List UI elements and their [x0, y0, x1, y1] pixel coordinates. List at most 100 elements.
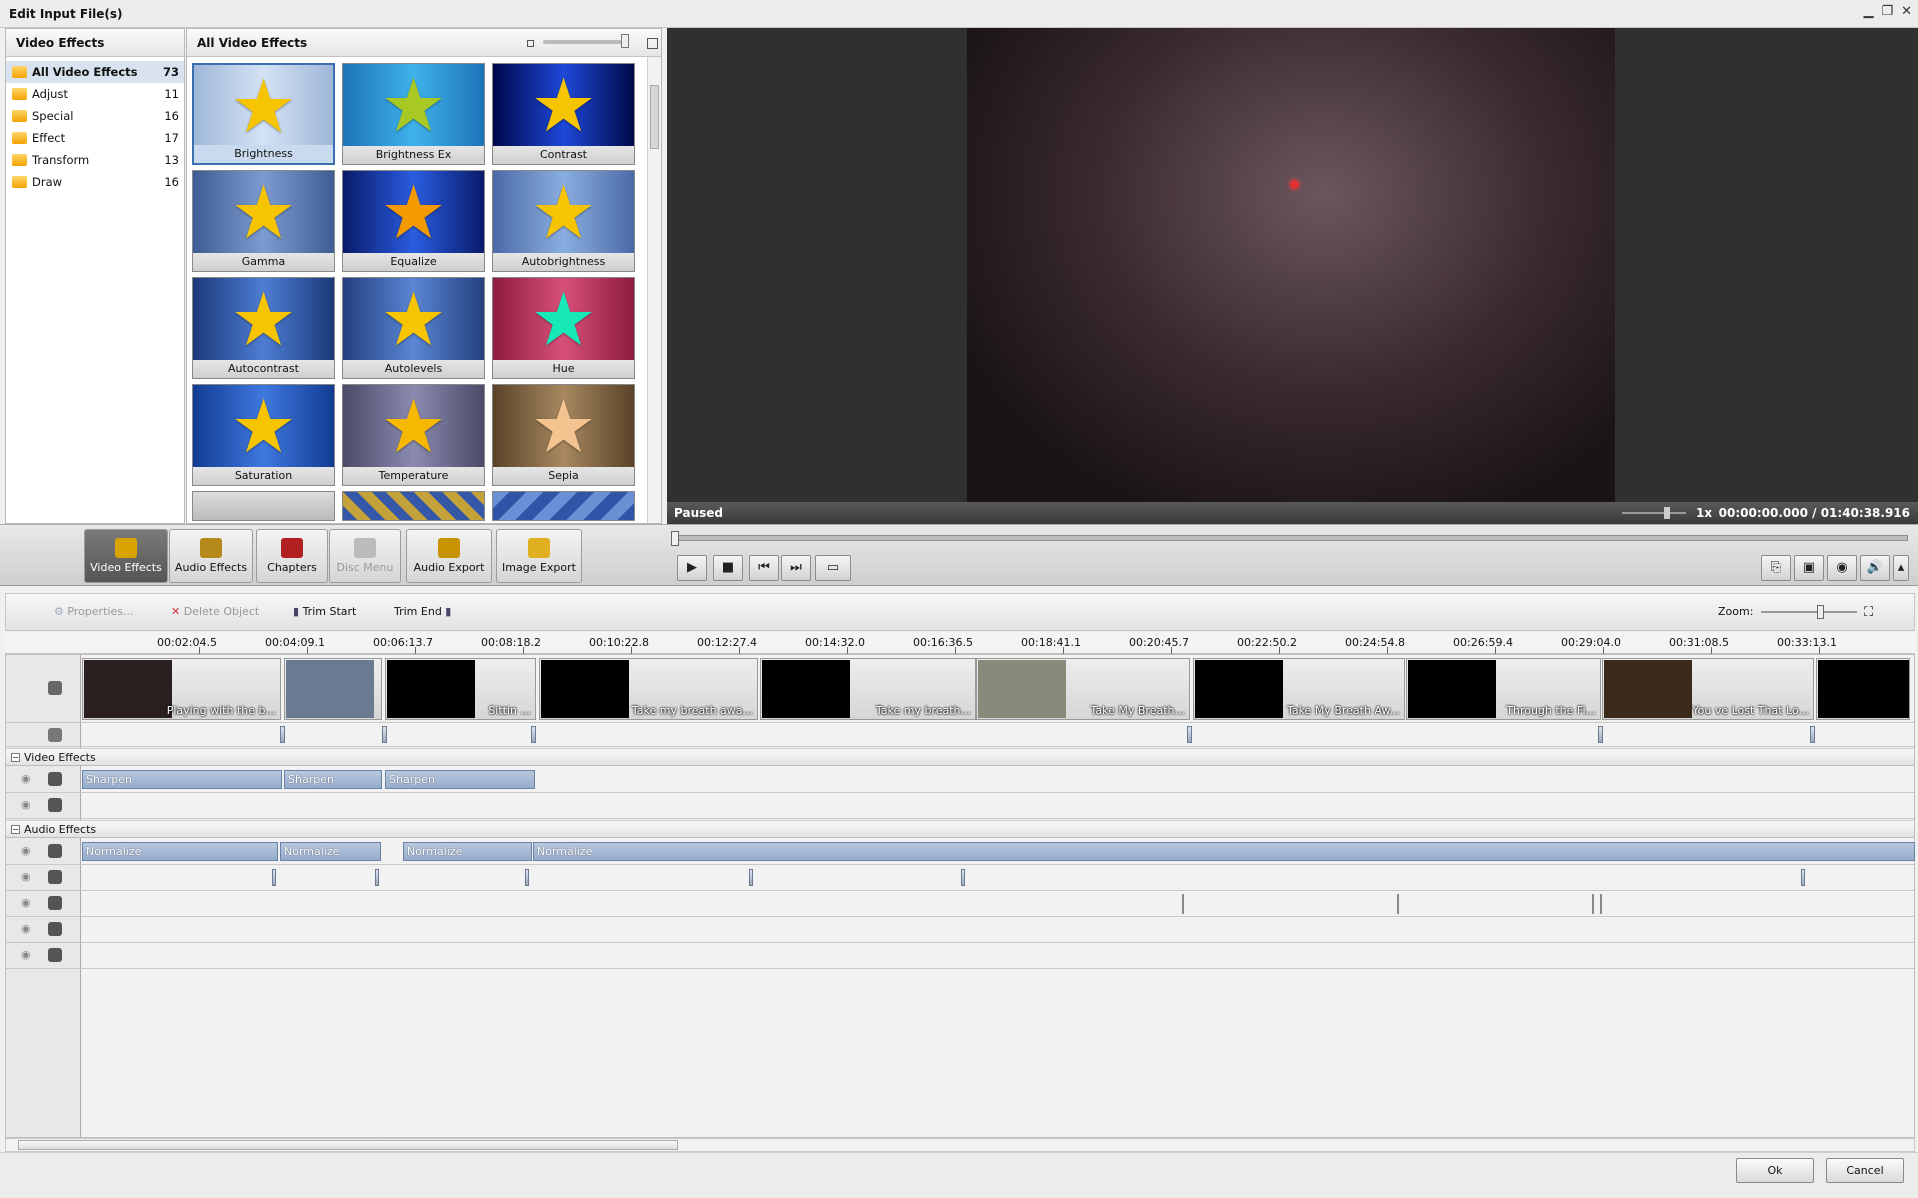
audio-export-button[interactable]: Audio Export [406, 529, 492, 583]
restore-icon[interactable]: ❐ [1881, 4, 1893, 19]
eye-icon[interactable]: ◉ [21, 870, 31, 883]
effect-tile-autolevels[interactable]: ★ Autolevels [342, 277, 485, 379]
audio-marker[interactable] [1801, 869, 1805, 886]
chapter-marker[interactable] [1187, 726, 1192, 743]
chapter-marker[interactable] [531, 726, 536, 743]
timeline-clip[interactable]: Take my breath awa... [539, 658, 758, 720]
export-frame-icon[interactable]: ⎘ [1761, 555, 1791, 581]
audio-effect-block[interactable]: Normalize [280, 842, 381, 861]
chapter-marker[interactable] [1810, 726, 1815, 743]
effects-scrollbar[interactable] [647, 57, 661, 523]
eye-icon[interactable]: ◉ [21, 772, 31, 785]
stop-icon[interactable]: ■ [713, 555, 743, 581]
eye-icon[interactable]: ◉ [21, 948, 31, 961]
timeline-clip[interactable]: Take My Breath... [976, 658, 1190, 720]
effect-tile-contrast[interactable]: ★ Contrast [492, 63, 635, 165]
more-icon[interactable]: ▴ [1893, 555, 1909, 581]
timeline-clip[interactable]: Take my breath... [760, 658, 976, 720]
delete-object-button[interactable]: ✕ Delete Object [171, 605, 259, 618]
effect-tile-saturation[interactable]: ★ Saturation [192, 384, 335, 486]
thumbnail-size-slider[interactable] [543, 34, 629, 48]
eye-icon[interactable]: ◉ [21, 844, 31, 857]
audio-effects-button[interactable]: Audio Effects [169, 529, 253, 583]
collapse-icon[interactable]: − [11, 825, 20, 834]
close-icon[interactable]: ✕ [1901, 4, 1912, 19]
effect-tile-hue[interactable]: ★ Hue [492, 277, 635, 379]
timeline-clip[interactable] [284, 658, 382, 720]
video-effects-group[interactable]: − Video Effects [6, 748, 1914, 766]
effect-tile-sepia[interactable]: ★ Sepia [492, 384, 635, 486]
previous-icon[interactable]: ⏮ [749, 555, 779, 581]
audio-effects-group[interactable]: − Audio Effects [6, 820, 1914, 838]
effect-tile-equalize[interactable]: ★ Equalize [342, 170, 485, 272]
video-effect-block[interactable]: Sharpen [284, 770, 382, 789]
audio-marker[interactable] [1592, 894, 1594, 914]
timeline-clip[interactable]: You ve Lost That Lo... [1602, 658, 1814, 720]
snapshot-icon[interactable]: ◉ [1827, 555, 1857, 581]
effect-tile-gamma[interactable]: ★ Gamma [192, 170, 335, 272]
audio-marker[interactable] [375, 869, 379, 886]
speed-slider[interactable] [1622, 507, 1686, 519]
audio-marker[interactable] [1397, 894, 1399, 914]
video-effects-button[interactable]: Video Effects [84, 529, 168, 583]
timeline-clip[interactable]: Playing with the b... [82, 658, 281, 720]
chapter-marker[interactable] [280, 726, 285, 743]
image-export-button[interactable]: Image Export [496, 529, 582, 583]
ok-button[interactable]: Ok [1736, 1158, 1814, 1183]
eye-icon[interactable]: ◉ [21, 922, 31, 935]
play-icon[interactable]: ▶ [677, 555, 707, 581]
timeline-clip[interactable]: Through the Fi... [1406, 658, 1601, 720]
large-thumbs-icon[interactable] [647, 38, 658, 49]
small-thumbs-icon[interactable] [527, 40, 534, 47]
timeline-clip[interactable] [1816, 658, 1910, 720]
audio-marker[interactable] [961, 869, 965, 886]
cancel-button[interactable]: Cancel [1826, 1158, 1904, 1183]
volume-icon[interactable]: 🔊 [1860, 555, 1890, 581]
chapters-button[interactable]: Chapters [256, 529, 328, 583]
audio-effect-block[interactable]: Normalize [403, 842, 532, 861]
effect-tile-partial[interactable] [492, 491, 635, 521]
category-transform[interactable]: Transform 13 [6, 149, 184, 171]
next-icon[interactable]: ⏭ [781, 555, 811, 581]
trim-start-button[interactable]: ▮ Trim Start [293, 605, 356, 618]
effect-tile-partial[interactable] [342, 491, 485, 521]
effect-tile-partial[interactable] [192, 491, 335, 521]
effect-tile-brightness-ex[interactable]: ★ Brightness Ex [342, 63, 485, 165]
category-special[interactable]: Special 16 [6, 105, 184, 127]
category-all-video-effects[interactable]: All Video Effects 73 [6, 61, 184, 83]
timeline-clip[interactable]: Sittin ... [385, 658, 536, 720]
aspect-icon[interactable]: ▣ [1794, 555, 1824, 581]
disc-menu-button[interactable]: Disc Menu [329, 529, 401, 583]
effect-tile-temperature[interactable]: ★ Temperature [342, 384, 485, 486]
chapter-marker[interactable] [1598, 726, 1603, 743]
fit-zoom-icon[interactable]: ⛶ [1864, 605, 1873, 620]
chapter-marker[interactable] [382, 726, 387, 743]
video-effect-block[interactable]: Sharpen [82, 770, 282, 789]
properties-button[interactable]: ⚙ Properties... [54, 605, 133, 618]
audio-marker[interactable] [1600, 894, 1602, 914]
timeline-scrollbar[interactable] [5, 1138, 1915, 1152]
category-draw[interactable]: Draw 16 [6, 171, 184, 193]
audio-marker[interactable] [272, 869, 276, 886]
audio-effect-block[interactable]: Normalize [533, 842, 1915, 861]
effect-tile-autobrightness[interactable]: ★ Autobrightness [492, 170, 635, 272]
category-effect[interactable]: Effect 17 [6, 127, 184, 149]
audio-effect-block[interactable]: Normalize [82, 842, 278, 861]
time-ruler[interactable]: 00:02:04.5 00:04:09.1 00:06:13.7 00:08:18.2… [5, 632, 1915, 654]
zoom-slider[interactable] [1761, 605, 1857, 619]
audio-marker[interactable] [525, 869, 529, 886]
seek-bar[interactable] [671, 531, 1908, 546]
eye-icon[interactable]: ◉ [21, 798, 31, 811]
effect-tile-brightness[interactable]: ★ Brightness [192, 63, 335, 165]
fullscreen-icon[interactable]: ▭ [815, 555, 851, 581]
audio-marker[interactable] [1182, 894, 1184, 914]
effect-tile-autocontrast[interactable]: ★ Autocontrast [192, 277, 335, 379]
eye-icon[interactable]: ◉ [21, 896, 31, 909]
trim-end-button[interactable]: Trim End ▮ [394, 605, 451, 618]
timeline-clip[interactable]: Take My Breath Aw... [1193, 658, 1405, 720]
category-adjust[interactable]: Adjust 11 [6, 83, 184, 105]
video-effect-block[interactable]: Sharpen [385, 770, 535, 789]
collapse-icon[interactable]: − [11, 753, 20, 762]
audio-marker[interactable] [749, 869, 753, 886]
minimize-icon[interactable]: ▁ [1863, 4, 1873, 19]
